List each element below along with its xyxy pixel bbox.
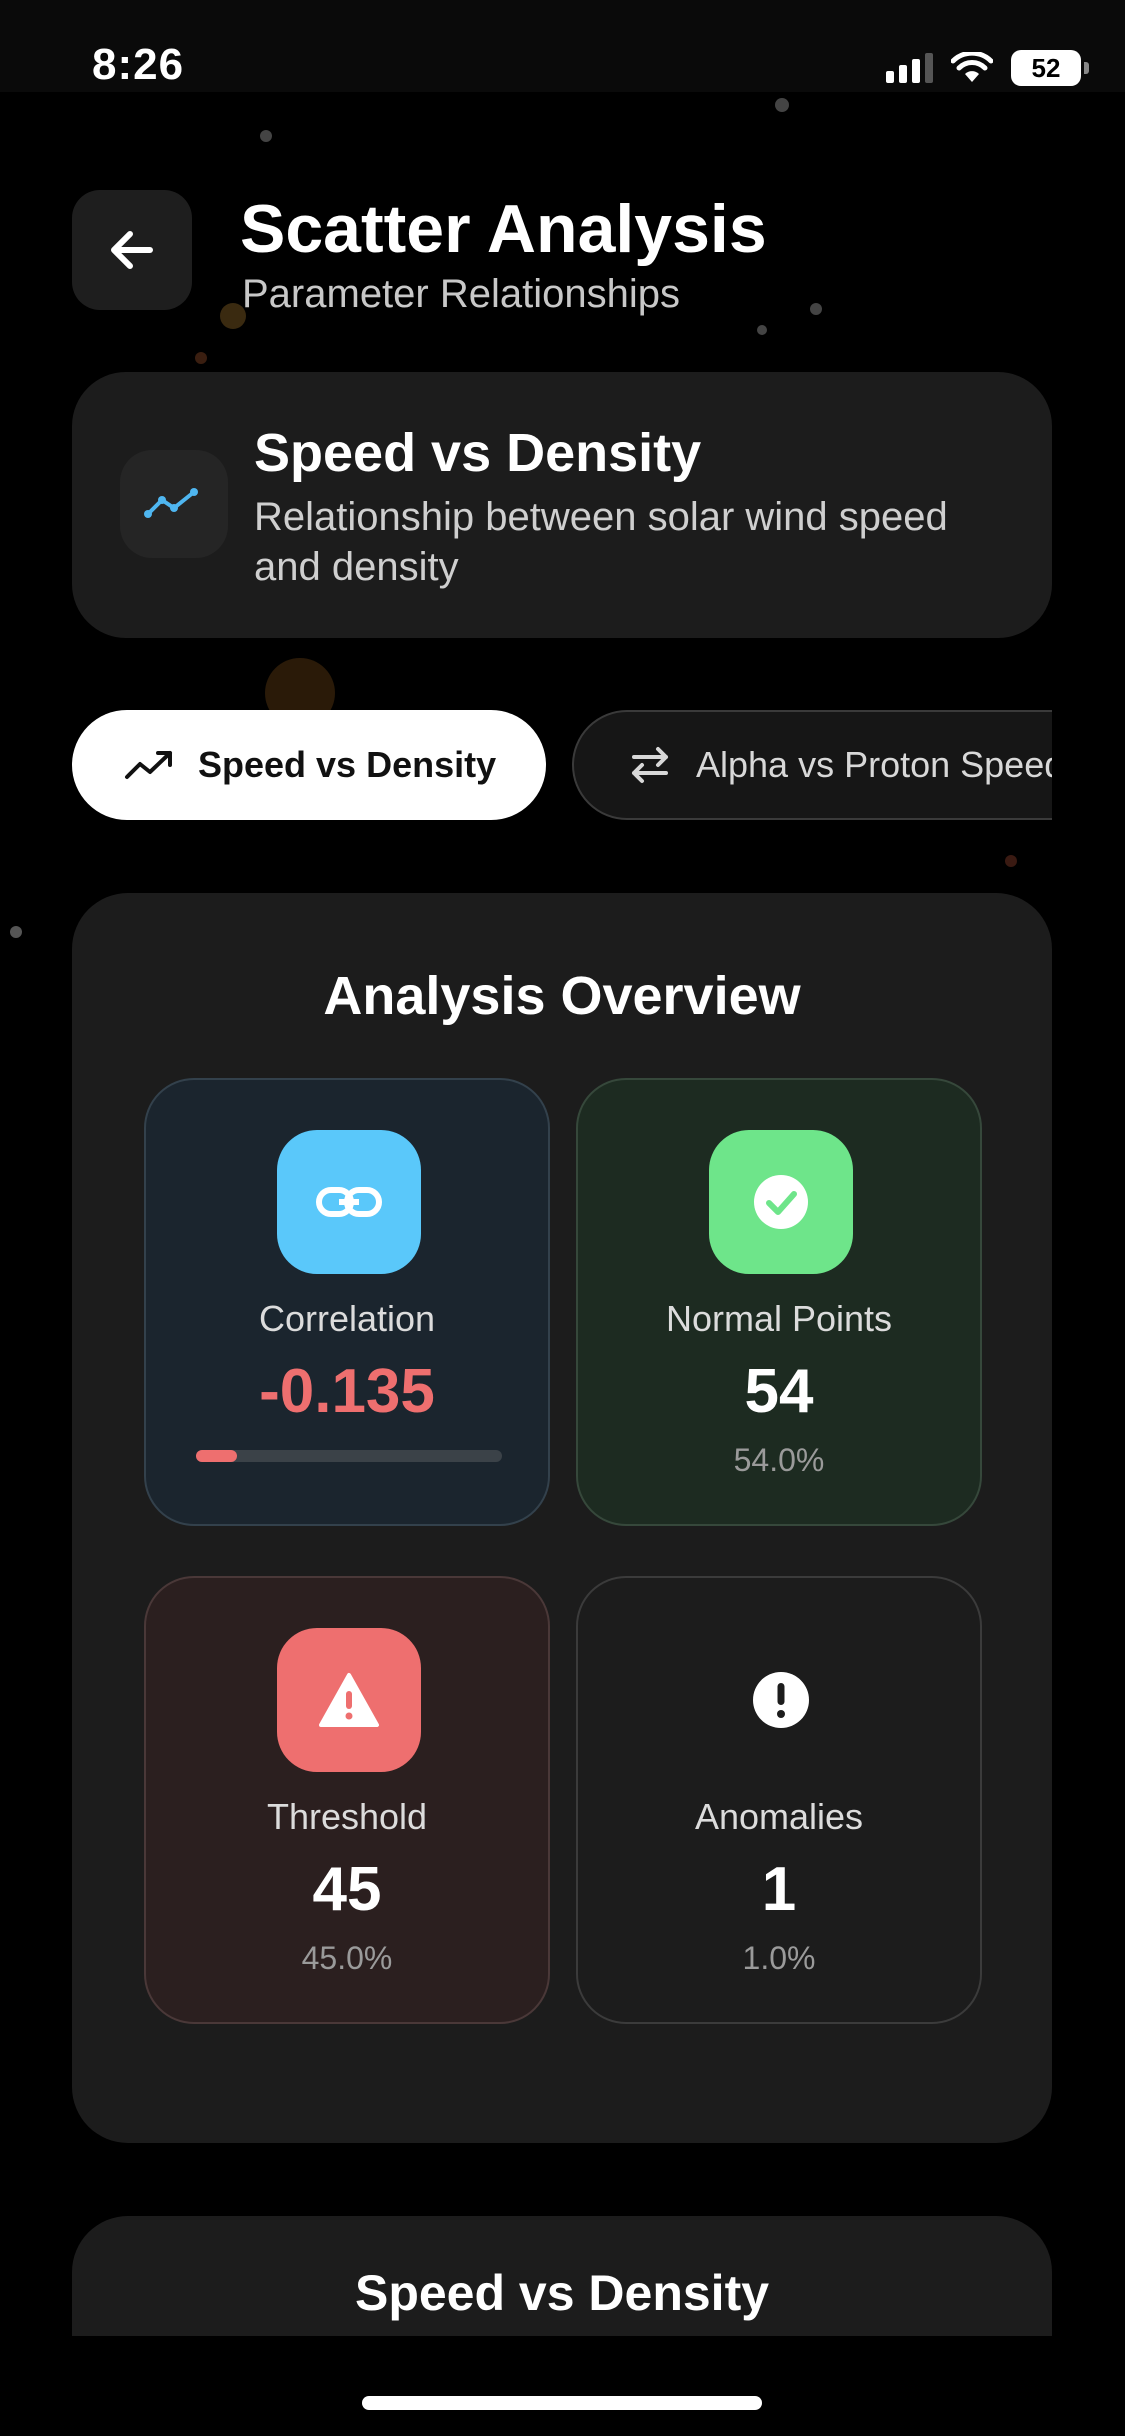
- correlation-progress-bar: [196, 1450, 502, 1462]
- threshold-label: Threshold: [266, 1796, 428, 1837]
- cellular-signal-icon: [886, 53, 933, 83]
- correlation-progress-fill: [196, 1450, 238, 1462]
- analysis-overview-card: Analysis Overview Correlation -0.135 Nor…: [72, 893, 1052, 2143]
- anomalies-label: Anomalies: [694, 1796, 864, 1837]
- chart-card-title: Speed vs Density: [354, 2265, 770, 2321]
- tab-speed-vs-density[interactable]: Speed vs Density: [72, 710, 546, 820]
- tab-alpha-vs-proton-speed[interactable]: Alpha vs Proton Speed: [572, 710, 1052, 820]
- normal-points-stat-card[interactable]: Normal Points 54 54.0%: [576, 1078, 982, 1526]
- anomalies-percent: 1.0%: [742, 1940, 816, 1976]
- trending-up-icon: [125, 751, 172, 779]
- background-particle: [757, 325, 767, 335]
- battery-level: 52: [1031, 52, 1061, 83]
- correlation-value: -0.135: [259, 1357, 435, 1426]
- status-icons: 52: [886, 50, 1089, 86]
- home-indicator[interactable]: [362, 2396, 762, 2410]
- normal-points-percent: 54.0%: [733, 1442, 825, 1478]
- analysis-tabs: Speed vs Density Alpha vs Proton Speed: [72, 710, 1052, 822]
- anomalies-value: 1: [761, 1855, 797, 1924]
- arrow-left-icon: [111, 231, 153, 269]
- anomalies-stat-card[interactable]: Anomalies 1 1.0%: [576, 1576, 982, 2024]
- page-header: Scatter Analysis Parameter Relationships: [72, 190, 1052, 320]
- status-bar: 8:26 52: [0, 0, 1125, 92]
- back-button[interactable]: [72, 190, 192, 310]
- analysis-info-card: Speed vs Density Relationship between so…: [72, 372, 1052, 638]
- threshold-value: 45: [312, 1855, 382, 1924]
- threshold-stat-card[interactable]: Threshold 45 45.0%: [144, 1576, 550, 2024]
- trend-line-icon: [120, 450, 228, 558]
- info-card-title: Speed vs Density: [254, 423, 702, 483]
- swap-arrows-icon: [632, 747, 668, 783]
- normal-points-label: Normal Points: [665, 1298, 893, 1339]
- tab-label: Speed vs Density: [198, 744, 497, 785]
- correlation-label: Correlation: [258, 1298, 436, 1339]
- bottom-area: [0, 2336, 1125, 2436]
- status-time: 8:26: [92, 40, 185, 89]
- wifi-icon: [951, 52, 993, 82]
- info-card-description: Relationship between solar wind speed an…: [254, 495, 948, 589]
- page-subtitle: Parameter Relationships: [242, 272, 680, 316]
- threshold-percent: 45.0%: [301, 1940, 393, 1976]
- background-particle: [1005, 855, 1017, 867]
- background-particle: [775, 98, 789, 112]
- check-circle-icon: [709, 1130, 853, 1274]
- overview-title: Analysis Overview: [323, 966, 801, 1026]
- scatter-chart-card: Speed vs Density: [72, 2216, 1052, 2336]
- background-particle: [260, 130, 272, 142]
- link-icon: [277, 1130, 421, 1274]
- battery-icon: 52: [1011, 50, 1089, 86]
- correlation-stat-card[interactable]: Correlation -0.135: [144, 1078, 550, 1526]
- tab-label: Alpha vs Proton Speed: [696, 744, 1052, 785]
- warning-triangle-icon: [277, 1628, 421, 1772]
- page-title: Scatter Analysis: [240, 191, 767, 267]
- normal-points-value: 54: [744, 1357, 814, 1426]
- background-particle: [195, 352, 207, 364]
- background-particle: [10, 926, 22, 938]
- exclamation-circle-icon: [709, 1628, 853, 1772]
